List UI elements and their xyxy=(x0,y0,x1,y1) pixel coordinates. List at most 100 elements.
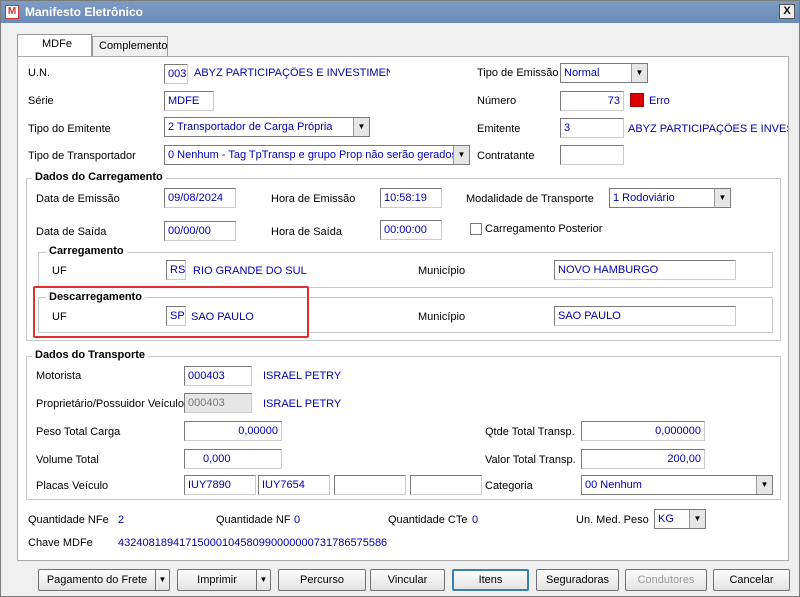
seguradoras-button[interactable]: Seguradoras xyxy=(536,569,619,591)
numero-input[interactable]: 73 xyxy=(560,91,624,111)
un-name: ABYZ PARTICIPAÇÕES E INVESTIMENTOS xyxy=(194,67,390,79)
chave-label: Chave MDFe xyxy=(28,537,93,549)
data-saida-label: Data de Saída xyxy=(36,226,107,238)
carregamento-uf-input[interactable]: RS xyxy=(166,260,186,280)
placas-label: Placas Veículo xyxy=(36,480,109,492)
status-text: Erro xyxy=(649,95,670,107)
button-bar: Pagamento do Frete ▼ Imprimir ▼ Percurso V… xyxy=(1,564,799,596)
hora-emissao-input[interactable]: 10:58:19 xyxy=(380,188,442,208)
mdfe-panel: U.N. 003 ABYZ PARTICIPAÇÕES E INVESTIMEN… xyxy=(17,56,789,561)
chevron-down-icon: ▼ xyxy=(689,510,705,528)
data-emissao-input[interactable]: 09/08/2024 xyxy=(164,188,236,208)
volume-input[interactable]: 0,000 xyxy=(184,449,282,469)
un-code-input[interactable]: 003 xyxy=(164,64,188,84)
un-med-select[interactable]: KG ▼ xyxy=(654,509,706,529)
chevron-down-icon[interactable]: ▼ xyxy=(256,570,270,590)
close-icon[interactable]: X xyxy=(779,4,795,19)
tipo-emitente-select[interactable]: 2 Transportador de Carga Própria ▼ xyxy=(164,117,370,137)
modalidade-label: Modalidade de Transporte xyxy=(466,193,594,205)
tab-mdfe-label: MDFe xyxy=(42,38,72,50)
un-med-label: Un. Med. Peso xyxy=(576,514,649,526)
chevron-down-icon: ▼ xyxy=(756,476,772,494)
contratante-input[interactable] xyxy=(560,145,624,165)
qtde-input[interactable]: 0,000000 xyxy=(581,421,705,441)
numero-label: Número xyxy=(477,95,517,107)
tipo-transp-label: Tipo de Transportador xyxy=(28,150,136,162)
qtd-cte-value: 0 xyxy=(472,514,479,526)
pagamento-frete-button[interactable]: Pagamento do Frete ▼ xyxy=(38,569,170,591)
app-icon: M xyxy=(5,5,19,19)
tipo-transp-select[interactable]: 0 Nenhum - Tag TpTransp e grupo Prop não… xyxy=(164,145,470,165)
un-med-value: KG xyxy=(658,513,674,525)
hora-emissao-label: Hora de Emissão xyxy=(271,193,356,205)
peso-input[interactable]: 0,00000 xyxy=(184,421,282,441)
chevron-down-icon: ▼ xyxy=(714,189,730,207)
percurso-button[interactable]: Percurso xyxy=(278,569,366,591)
chevron-down-icon[interactable]: ▼ xyxy=(155,570,169,590)
status-error-icon xyxy=(630,93,644,107)
carregamento-uf-label: UF xyxy=(52,265,67,277)
vincular-button[interactable]: Vincular xyxy=(370,569,445,591)
proprietario-code-input: 000403 xyxy=(184,393,252,413)
data-emissao-label: Data de Emissão xyxy=(36,193,120,205)
imprimir-button[interactable]: Imprimir ▼ xyxy=(177,569,271,591)
tab-complemento[interactable]: Complemento xyxy=(92,36,168,56)
valor-input[interactable]: 200,00 xyxy=(581,449,705,469)
itens-button[interactable]: Itens xyxy=(452,569,529,591)
tab-complemento-label: Complemento xyxy=(99,40,168,52)
motorista-label: Motorista xyxy=(36,370,82,382)
tipo-transp-value: 0 Nenhum - Tag TpTransp e grupo Prop não… xyxy=(168,149,458,161)
condutores-button: Condutores xyxy=(625,569,707,591)
modalidade-select[interactable]: 1 Rodoviário ▼ xyxy=(609,188,731,208)
descarregamento-municipio-label: Município xyxy=(418,311,466,323)
chevron-down-icon: ▼ xyxy=(631,64,647,82)
tab-mdfe[interactable]: MDFe xyxy=(17,34,92,56)
chave-value: 4324081894171500010458099000000073178657… xyxy=(118,537,388,549)
placa-4-input[interactable] xyxy=(410,475,482,495)
categoria-label: Categoria xyxy=(485,480,533,492)
data-saida-input[interactable]: 00/00/00 xyxy=(164,221,236,241)
proprietario-label: Proprietário/Possuidor Veículo xyxy=(36,398,184,410)
qtde-label: Qtde Total Transp. xyxy=(485,426,575,438)
transporte-group-title: Dados do Transporte xyxy=(32,349,149,361)
emitente-code-input[interactable]: 3 xyxy=(560,118,624,138)
tipo-emissao-select[interactable]: Normal ▼ xyxy=(560,63,648,83)
qtd-nf-label: Quantidade NF xyxy=(216,514,291,526)
mdfe-window: M Manifesto Eletrônico X MDFe Complement… xyxy=(0,0,800,597)
categoria-select[interactable]: 00 Nenhum ▼ xyxy=(581,475,773,495)
pagamento-frete-label: Pagamento do Frete xyxy=(46,574,148,586)
descarregamento-municipio-input[interactable]: SAO PAULO xyxy=(554,306,736,326)
qtd-nfe-value: 2 xyxy=(118,514,125,526)
hora-saida-input[interactable]: 00:00:00 xyxy=(380,220,442,240)
placa-3-input[interactable] xyxy=(334,475,406,495)
placa-1-input[interactable]: IUY7890 xyxy=(184,475,256,495)
window-title: Manifesto Eletrônico xyxy=(25,5,144,19)
carregamento-group-title: Dados do Carregamento xyxy=(32,171,166,183)
imprimir-label: Imprimir xyxy=(197,574,237,586)
carregamento-municipio-label: Município xyxy=(418,265,466,277)
tipo-emissao-value: Normal xyxy=(564,67,600,79)
emitente-name: ABYZ PARTICIPAÇÕES E INVEST xyxy=(628,123,788,135)
valor-label: Valor Total Transp. xyxy=(485,454,576,466)
carregamento-posterior-label: Carregamento Posterior xyxy=(485,223,603,235)
qtd-nfe-label: Quantidade NFe xyxy=(28,514,109,526)
descarregamento-highlight xyxy=(33,286,309,338)
carregamento-uf-name: RIO GRANDE DO SUL xyxy=(193,265,307,277)
tipo-emissao-label: Tipo de Emissão xyxy=(477,67,559,79)
tipo-emitente-value: 2 Transportador de Carga Própria xyxy=(168,121,333,133)
un-label: U.N. xyxy=(28,67,50,79)
hora-saida-label: Hora de Saída xyxy=(271,226,342,238)
carregamento-municipio-input[interactable]: NOVO HAMBURGO xyxy=(554,260,736,280)
motorista-code-input[interactable]: 000403 xyxy=(184,366,252,386)
placa-2-input[interactable]: IUY7654 xyxy=(258,475,330,495)
qtd-cte-label: Quantidade CTe xyxy=(388,514,468,526)
categoria-value: 00 Nenhum xyxy=(585,479,642,491)
volume-label: Volume Total xyxy=(36,454,99,466)
cancelar-button[interactable]: Cancelar xyxy=(713,569,790,591)
serie-input[interactable]: MDFE xyxy=(164,91,214,111)
emitente-label: Emitente xyxy=(477,123,521,135)
serie-label: Série xyxy=(28,95,54,107)
tipo-emitente-label: Tipo do Emitente xyxy=(28,123,111,135)
title-bar: M Manifesto Eletrônico X xyxy=(1,1,799,23)
carregamento-posterior-checkbox[interactable] xyxy=(470,223,482,235)
